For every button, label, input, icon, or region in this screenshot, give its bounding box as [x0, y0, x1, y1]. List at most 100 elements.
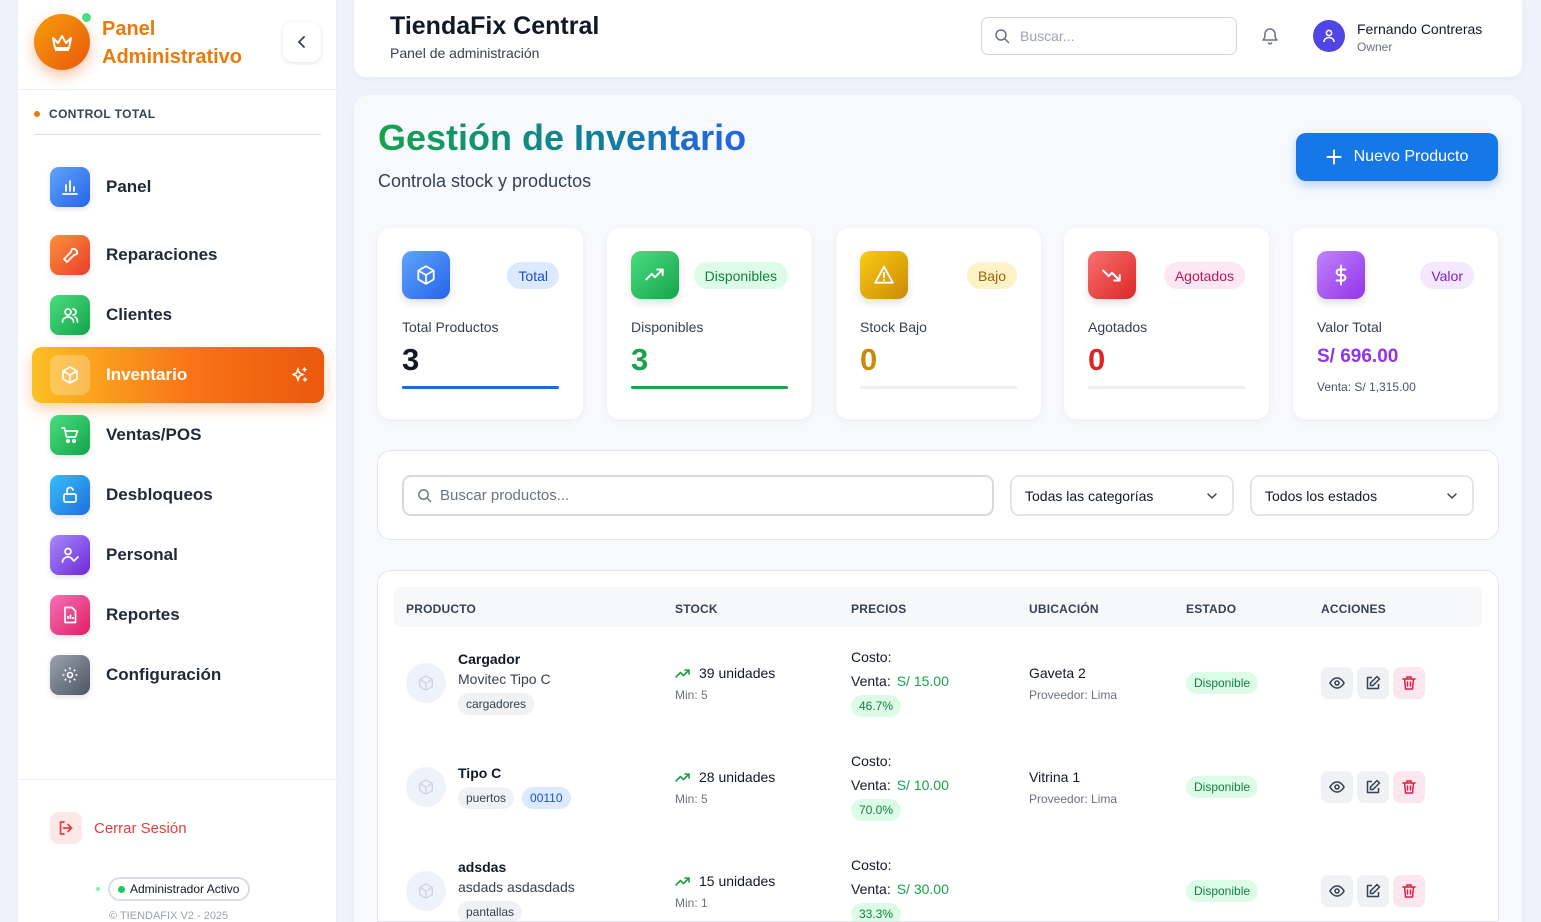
delete-button[interactable]: [1393, 875, 1425, 907]
stat-value: 0: [860, 342, 878, 377]
column-header: ACCIONES: [1321, 602, 1386, 616]
status-dot: [96, 887, 100, 891]
edit-icon: [1366, 883, 1381, 898]
stat-progress: [860, 386, 1017, 389]
brand-title: Panel Administrativo: [102, 18, 243, 68]
new-product-button[interactable]: Nuevo Producto: [1296, 133, 1498, 181]
section-label-text: CONTROL TOTAL: [49, 107, 156, 121]
view-button[interactable]: [1321, 771, 1353, 803]
wrench-icon: [50, 235, 90, 275]
sidebar-item-configuracion[interactable]: Configuración: [32, 647, 324, 703]
app-subtitle: Panel de administración: [390, 45, 540, 61]
stock-quantity: 39 unidades: [675, 665, 775, 681]
page-subtitle: Controla stock y productos: [378, 171, 592, 191]
filters-panel: Todas las categorías Todos los estados: [377, 450, 1499, 540]
logout-button[interactable]: Cerrar Sesión: [50, 812, 187, 844]
search-icon: [418, 489, 432, 503]
cost-label: Costo:: [851, 753, 892, 769]
sidebar-item-panel[interactable]: Panel: [32, 159, 324, 215]
trending-up-icon: [675, 773, 690, 782]
divider: [18, 779, 337, 780]
sale-price: Venta: S/ 30.00: [851, 881, 949, 897]
unlock-icon: [50, 475, 90, 515]
box-icon: [419, 779, 433, 795]
stat-progress: [402, 386, 559, 389]
warning-icon: [860, 251, 908, 299]
edit-button[interactable]: [1357, 771, 1389, 803]
divider: [18, 89, 337, 90]
sale-label: Venta:: [851, 881, 891, 897]
stat-label: Agotados: [1088, 319, 1148, 335]
table-row[interactable]: Cargador Movitec Tipo C cargadores 39 un…: [378, 643, 1498, 747]
view-button[interactable]: [1321, 875, 1353, 907]
margin-badge: 70.0%: [851, 799, 902, 821]
delete-button[interactable]: [1393, 667, 1425, 699]
cart-icon: [50, 415, 90, 455]
divider: [34, 134, 321, 135]
sale-price-value: S/ 10.00: [896, 777, 949, 793]
new-product-label: Nuevo Producto: [1353, 148, 1469, 165]
stat-card-disponibles: Disponibles Disponibles 3: [607, 228, 812, 419]
search-input[interactable]: [1020, 28, 1220, 44]
avatar[interactable]: [1313, 20, 1345, 52]
copyright: © TIENDAFIX V2 - 2025: [109, 910, 229, 922]
sidebar-item-inventario[interactable]: Inventario: [32, 347, 324, 403]
eye-icon: [1329, 781, 1345, 793]
product-description: asdads asdasdads: [458, 879, 575, 895]
category-tag: cargadores: [458, 693, 535, 715]
product-search[interactable]: [402, 475, 994, 516]
stat-label: Total Productos: [402, 319, 499, 335]
sidebar-item-label: Panel: [106, 177, 152, 196]
trash-icon: [1402, 780, 1416, 794]
logout-icon: [50, 812, 82, 844]
view-button[interactable]: [1321, 667, 1353, 699]
notifications-button[interactable]: [1260, 26, 1280, 46]
sidebar-item-clientes[interactable]: Clientes: [32, 287, 324, 343]
product-image-placeholder: [406, 871, 446, 911]
inventory-table: PRODUCTO STOCK PRECIOS UBICACIÓN ESTADO …: [377, 570, 1499, 922]
margin-badge: 33.3%: [851, 903, 902, 921]
stat-progress-fill: [631, 386, 788, 389]
location: Gaveta 2: [1029, 665, 1086, 681]
sidebar-item-reportes[interactable]: Reportes: [32, 587, 324, 643]
table-row[interactable]: adsdas asdads asdasdads pantallas 15 uni…: [378, 851, 1498, 921]
stat-label: Stock Bajo: [860, 319, 927, 335]
status-badge: Administrador Activo: [108, 877, 251, 901]
trash-icon: [1402, 676, 1416, 690]
collapse-sidebar-button[interactable]: [283, 22, 321, 62]
table-header: PRODUCTO STOCK PRECIOS UBICACIÓN ESTADO …: [394, 587, 1482, 627]
sidebar-item-ventas-pos[interactable]: Ventas/POS: [32, 407, 324, 463]
status-select[interactable]: Todos los estados: [1250, 475, 1474, 516]
status-badge: Disponible: [1186, 672, 1259, 694]
row-actions: [1321, 771, 1425, 803]
stat-badge: Valor: [1420, 262, 1474, 289]
stat-badge: Agotados: [1163, 262, 1245, 289]
sale-label: Venta:: [851, 673, 891, 689]
product-search-input[interactable]: [440, 487, 960, 504]
sidebar-item-label: Configuración: [106, 665, 222, 684]
stat-value: 3: [402, 342, 420, 377]
sidebar-item-personal[interactable]: Personal: [32, 527, 324, 583]
product-description: Movitec Tipo C: [458, 671, 551, 687]
sidebar-item-desbloqueos[interactable]: Desbloqueos: [32, 467, 324, 523]
edit-button[interactable]: [1357, 667, 1389, 699]
sale-price: Venta: S/ 15.00: [851, 673, 949, 689]
table-row[interactable]: Tipo C puertos 00110 28 unidades Min: 5 …: [378, 747, 1498, 851]
global-search[interactable]: [981, 17, 1237, 55]
user-icon: [1323, 29, 1335, 43]
users-icon: [50, 295, 90, 335]
crown-icon: [52, 35, 72, 51]
sale-price: Venta: S/ 10.00: [851, 777, 949, 793]
section-dot: [34, 111, 40, 117]
status-badge: Disponible: [1186, 880, 1259, 902]
category-select[interactable]: Todas las categorías: [1010, 475, 1234, 516]
product-name: Tipo C: [458, 765, 502, 781]
delete-button[interactable]: [1393, 771, 1425, 803]
edit-button[interactable]: [1357, 875, 1389, 907]
trash-icon: [1402, 884, 1416, 898]
plus-icon: [1326, 149, 1342, 165]
product-image-placeholder: [406, 663, 446, 703]
sidebar-item-reparaciones[interactable]: Reparaciones: [32, 227, 324, 283]
sidebar-item-label: Personal: [106, 545, 178, 564]
chevron-down-icon: [1447, 492, 1457, 499]
